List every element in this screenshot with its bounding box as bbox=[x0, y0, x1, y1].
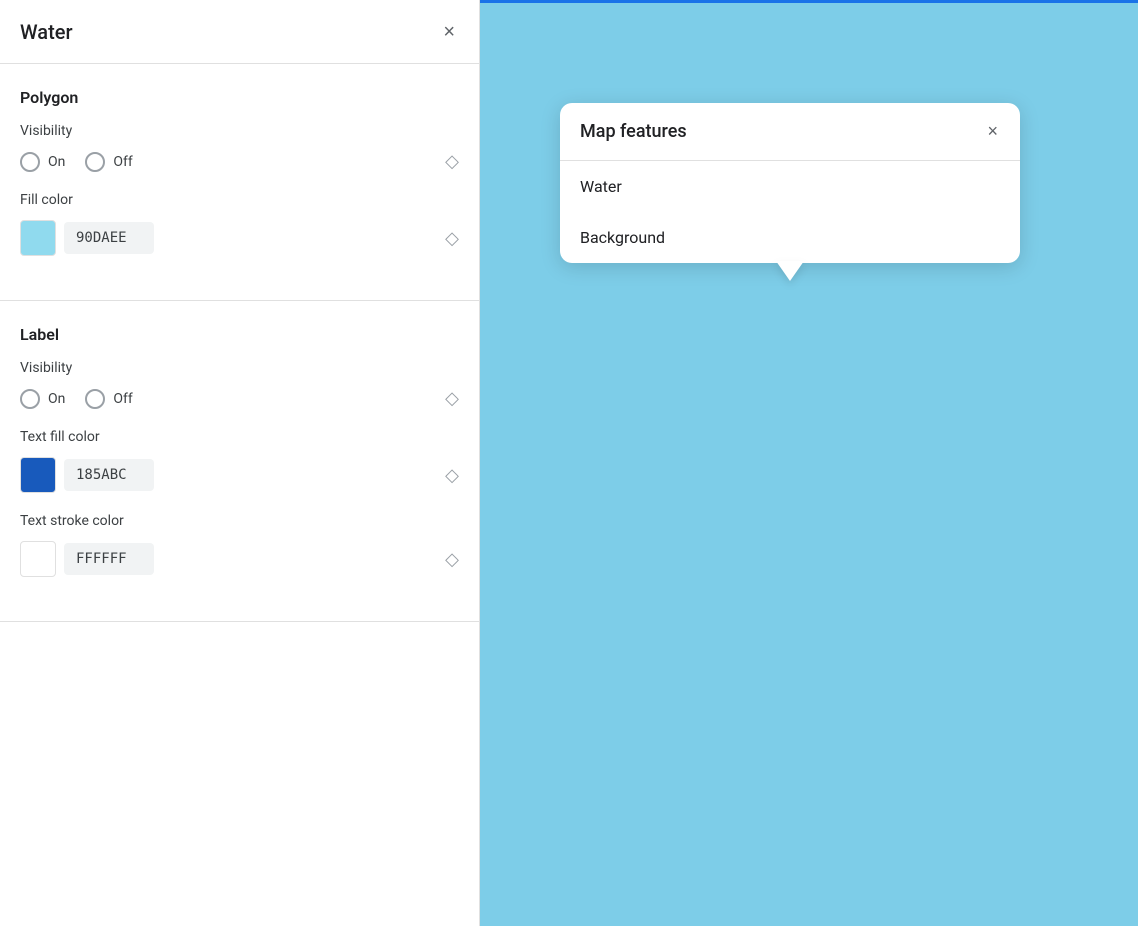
polygon-section: Polygon Visibility On Off ◇ Fill color bbox=[0, 64, 479, 301]
map-feature-background[interactable]: Background bbox=[560, 212, 1020, 263]
label-text-stroke-color-group: FFFFFF bbox=[20, 541, 154, 577]
label-visibility-options: On Off bbox=[20, 389, 133, 409]
polygon-visibility-on[interactable]: On bbox=[20, 152, 65, 172]
polygon-fill-color-swatch[interactable] bbox=[20, 220, 56, 256]
label-off-label: Off bbox=[113, 391, 132, 407]
left-panel: Water × Polygon Visibility On Off ◇ bbox=[0, 0, 480, 926]
popup-header: Map features × bbox=[560, 103, 1020, 161]
label-text-fill-color-value[interactable]: 185ABC bbox=[64, 459, 154, 491]
panel-content: Polygon Visibility On Off ◇ Fill color bbox=[0, 64, 479, 926]
label-visibility-label: Visibility bbox=[20, 360, 459, 376]
polygon-fill-color-row: 90DAEE ◇ bbox=[20, 220, 459, 256]
label-on-radio[interactable] bbox=[20, 389, 40, 409]
polygon-fill-color-group: 90DAEE bbox=[20, 220, 154, 256]
map-feature-water[interactable]: Water bbox=[560, 161, 1020, 212]
label-text-stroke-color-row: FFFFFF ◇ bbox=[20, 541, 459, 577]
label-off-radio[interactable] bbox=[85, 389, 105, 409]
label-text-fill-diamond-icon[interactable]: ◇ bbox=[445, 465, 459, 486]
polygon-on-label: On bbox=[48, 154, 65, 170]
polygon-visibility-label: Visibility bbox=[20, 123, 459, 139]
label-text-stroke-color-label: Text stroke color bbox=[20, 513, 459, 529]
label-text-stroke-diamond-icon[interactable]: ◇ bbox=[445, 549, 459, 570]
label-visibility-off[interactable]: Off bbox=[85, 389, 132, 409]
label-visibility-diamond-icon[interactable]: ◇ bbox=[445, 388, 459, 409]
label-section: Label Visibility On Off ◇ Text fill colo… bbox=[0, 301, 479, 622]
panel-close-button[interactable]: × bbox=[439, 18, 459, 46]
map-features-popup: Map features × Water Background bbox=[560, 103, 1020, 263]
label-text-fill-color-swatch[interactable] bbox=[20, 457, 56, 493]
label-text-stroke-color-swatch[interactable] bbox=[20, 541, 56, 577]
polygon-visibility-options: On Off bbox=[20, 152, 133, 172]
popup-close-button[interactable]: × bbox=[985, 119, 1000, 144]
popup-title: Map features bbox=[580, 121, 687, 142]
polygon-fill-color-value[interactable]: 90DAEE bbox=[64, 222, 154, 254]
polygon-fill-color-label: Fill color bbox=[20, 192, 459, 208]
label-text-fill-color-row: 185ABC ◇ bbox=[20, 457, 459, 493]
label-text-fill-color-group: 185ABC bbox=[20, 457, 154, 493]
label-text-stroke-color-value[interactable]: FFFFFF bbox=[64, 543, 154, 575]
panel-header: Water × bbox=[0, 0, 479, 64]
polygon-fill-color-diamond-icon[interactable]: ◇ bbox=[445, 228, 459, 249]
label-section-title: Label bbox=[20, 325, 459, 344]
polygon-visibility-row: On Off ◇ bbox=[20, 151, 459, 172]
polygon-visibility-off[interactable]: Off bbox=[85, 152, 132, 172]
polygon-off-radio[interactable] bbox=[85, 152, 105, 172]
map-panel: Map features × Water Background bbox=[480, 0, 1138, 926]
label-visibility-on[interactable]: On bbox=[20, 389, 65, 409]
polygon-visibility-diamond-icon[interactable]: ◇ bbox=[445, 151, 459, 172]
label-text-fill-color-label: Text fill color bbox=[20, 429, 459, 445]
panel-title: Water bbox=[20, 20, 73, 44]
polygon-off-label: Off bbox=[113, 154, 132, 170]
polygon-on-radio[interactable] bbox=[20, 152, 40, 172]
polygon-section-title: Polygon bbox=[20, 88, 459, 107]
label-visibility-row: On Off ◇ bbox=[20, 388, 459, 409]
label-on-label: On bbox=[48, 391, 65, 407]
